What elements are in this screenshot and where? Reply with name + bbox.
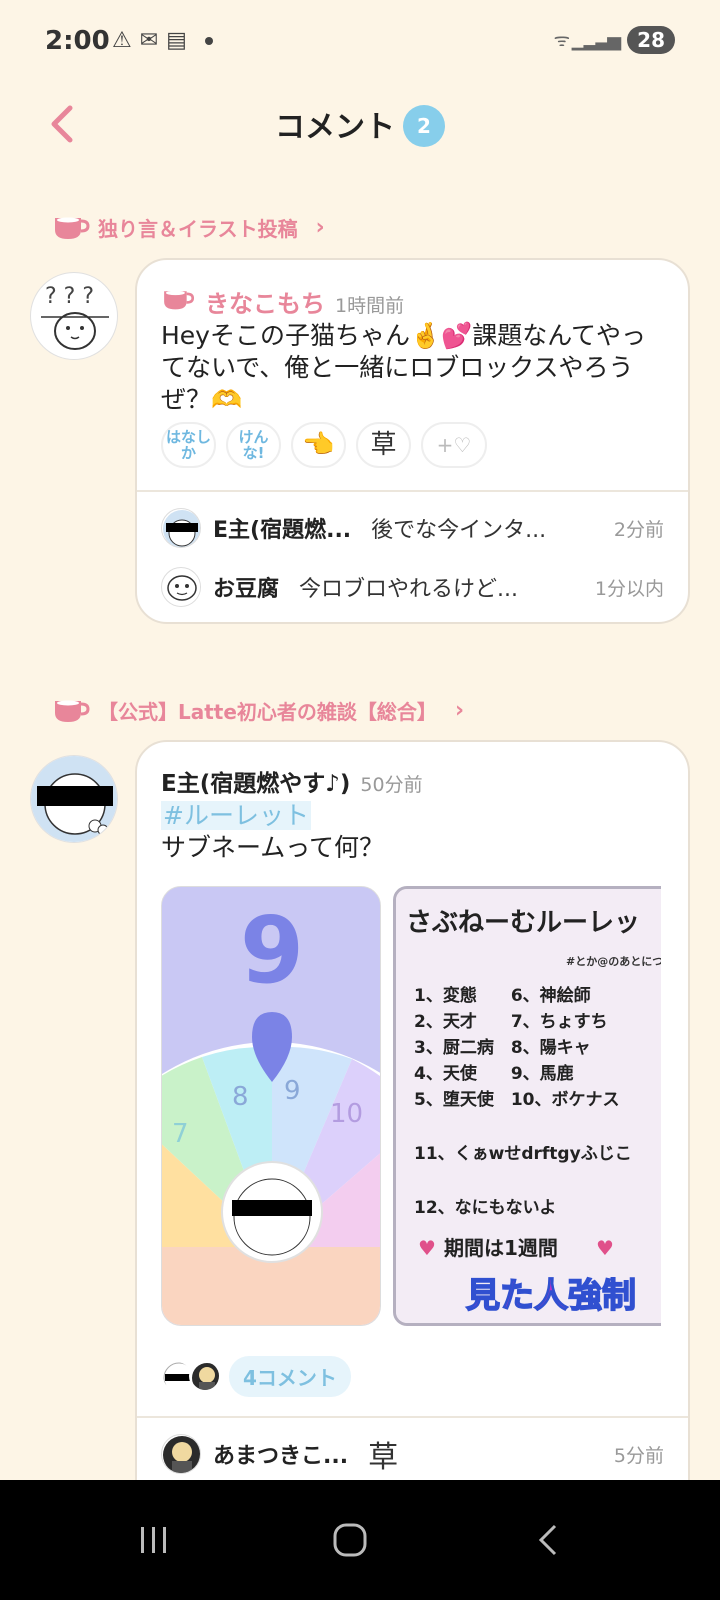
avatar-drawing: ? ? ? <box>41 284 109 350</box>
comment-count-button[interactable]: 4コメント <box>229 1356 351 1397</box>
cup-icon <box>55 700 90 722</box>
rules-period: 期間は1週間 <box>444 1236 558 1260</box>
more-dot-icon <box>204 36 213 45</box>
rule-line: 3、厨二病 8、陽キャ <box>414 1037 591 1058</box>
reply-avatar <box>161 1434 201 1474</box>
rule-line: 5、堕天使 10、ボケナス <box>414 1089 620 1110</box>
rule-line: 1、変態 6、神絵師 <box>414 985 591 1006</box>
chevron-right-icon: › <box>454 697 465 723</box>
community-link-2[interactable]: 【公式】Latte初心者の雑談【総合】 › <box>52 695 464 725</box>
reply-text: 後でな今インタ... <box>371 518 547 543</box>
status-bar: 2:00 ⚠ ✉ ▤ ᯤ ▁▂▃▅ 28 <box>0 0 720 84</box>
reply-avatar <box>161 508 201 548</box>
avatar[interactable] <box>30 755 118 843</box>
recent-apps-button[interactable] <box>124 1510 184 1570</box>
community-name: 【公式】Latte初心者の雑談【総合】 <box>98 699 437 724</box>
chevron-right-icon: › <box>315 214 325 240</box>
system-nav-bar <box>0 1480 720 1600</box>
post-header: E主(宿題燃やす♪) 50分前 <box>161 764 423 798</box>
reply-author: あまつきこ... <box>213 1444 349 1469</box>
news-icon: ▤ <box>166 28 187 53</box>
image-gallery[interactable]: 9 8 9 10 7 さぶねーむルーレッ #とか@のあとにつ 1、変態 6、神絵… <box>161 886 661 1326</box>
reply-avatar <box>161 567 201 607</box>
post-body: #ルーレット サブネームって何？ <box>161 800 664 864</box>
rules-footer: 見た人強制 <box>466 1276 636 1316</box>
reply-row[interactable]: E主(宿題燃... 後でな今インタ... 2分前 <box>161 506 664 550</box>
post-body: Heyそこの子猫ちゃん🤞💕課題なんてやってないで、俺と一緒にロブロックスやろうぜ… <box>161 321 646 414</box>
divider <box>137 1416 688 1418</box>
svg-text:? ? ?: ? ? ? <box>45 284 94 309</box>
reply-row[interactable]: あまつきこ... 草 5分前 <box>161 1432 664 1476</box>
reaction-stamp[interactable]: けんな! <box>226 422 281 468</box>
warning-icon: ⚠ <box>112 28 132 53</box>
reaction-kusa[interactable]: 草 <box>356 422 411 468</box>
reply-time: 2分前 <box>613 518 664 541</box>
status-right: ᯤ ▁▂▃▅ 28 <box>554 26 675 54</box>
post-author[interactable]: きなこもち <box>205 284 325 319</box>
hashtag-link[interactable]: #ルーレット <box>161 801 311 830</box>
wheel-number: 9 <box>284 1076 301 1106</box>
svg-text:♥: ♥ <box>596 1236 614 1260</box>
post-author[interactable]: E主(宿題燃やす♪) <box>161 764 350 798</box>
wifi-signal-icon: ᯤ ▁▂▃▅ <box>553 30 622 51</box>
home-icon <box>333 1523 367 1557</box>
cup-icon <box>164 290 195 310</box>
roulette-image[interactable]: 9 8 9 10 7 <box>161 886 381 1326</box>
add-reaction-button[interactable]: +♡ <box>421 422 487 468</box>
battery-badge: 28 <box>627 26 675 54</box>
mail-icon: ✉ <box>139 28 159 53</box>
reply-row[interactable]: お豆腐 今ロブロやれるけど... 1分以内 <box>161 565 664 609</box>
reply-text: 今ロブロやれるけど... <box>299 577 518 602</box>
rules-title: さぶねーむルーレッ <box>406 908 640 938</box>
post-time: 1時間前 <box>335 295 405 317</box>
pointing-hand-reaction[interactable]: 👈 <box>291 422 346 468</box>
notification-icons: ⚠ ✉ ▤ <box>112 28 213 53</box>
recents-icon <box>141 1527 166 1553</box>
community-link-1[interactable]: 独り言＆イラスト投稿 › <box>52 212 325 242</box>
reply-author: E主(宿題燃... <box>213 518 352 543</box>
home-button[interactable] <box>320 1510 380 1570</box>
avatar[interactable]: ? ? ? <box>30 272 118 360</box>
rule-line: 11、くぁwせdrftgyふじこ <box>414 1144 632 1164</box>
svg-text:♥: ♥ <box>418 1236 436 1260</box>
wheel-number: 10 <box>330 1099 363 1129</box>
roulette-number: 9 <box>240 897 304 1004</box>
wheel-number: 8 <box>232 1082 249 1112</box>
back-button[interactable] <box>44 100 88 148</box>
rule-line: 2、天才 7、ちょすち <box>414 1011 608 1032</box>
community-name: 独り言＆イラスト投稿 <box>98 216 298 241</box>
rule-line: 12、なにもないよ <box>414 1198 556 1218</box>
avatar-drawing <box>31 756 117 842</box>
post-card-2[interactable]: E主(宿題燃やす♪) 50分前 #ルーレット サブネームって何？ 9 8 9 1… <box>135 740 690 1520</box>
reaction-bar: はなしか けんな! 👈 草 +♡ <box>161 422 487 468</box>
commenter-avatars <box>161 1360 221 1392</box>
reply-time: 5分前 <box>613 1444 664 1467</box>
post-time: 50分前 <box>360 774 423 796</box>
comment-count-badge: 2 <box>403 105 445 147</box>
reply-time: 1分以内 <box>594 577 664 600</box>
system-back-button[interactable] <box>518 1510 578 1570</box>
back-icon <box>538 1524 557 1556</box>
reply-author: お豆腐 <box>213 577 280 602</box>
status-time: 2:00 <box>45 26 110 56</box>
page-title: コメント <box>275 110 395 145</box>
rule-line: 4、天使 9、馬鹿 <box>414 1063 574 1084</box>
cup-icon <box>55 217 90 239</box>
reaction-stamp[interactable]: はなしか <box>161 422 216 468</box>
post-text: サブネームって何？ <box>161 833 385 862</box>
divider <box>137 490 688 492</box>
reply-text: 草 <box>368 1440 399 1475</box>
rules-subtitle: #とか@のあとにつ <box>566 955 661 968</box>
post-header: きなこもち 1時間前 <box>161 284 404 319</box>
post-card-1[interactable]: きなこもち 1時間前 Heyそこの子猫ちゃん🤞💕課題なんてやってないで、俺と一緒… <box>135 258 690 624</box>
mini-avatar <box>189 1360 221 1392</box>
chevron-left-icon <box>51 105 73 143</box>
rules-image[interactable]: さぶねーむルーレッ #とか@のあとにつ 1、変態 6、神絵師 2、天才 7、ちょ… <box>393 886 661 1326</box>
wheel-number: 7 <box>172 1119 189 1149</box>
